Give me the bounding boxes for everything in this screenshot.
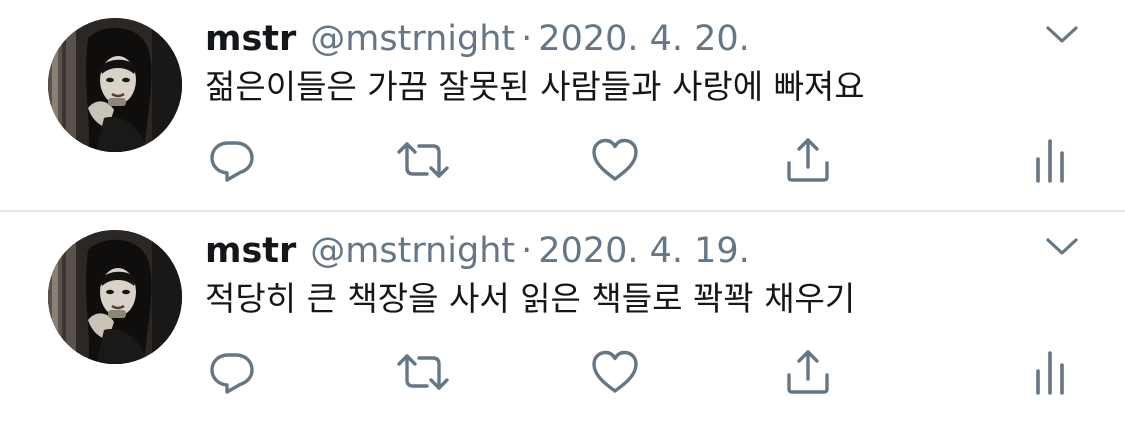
display-name[interactable]: mstr bbox=[205, 19, 296, 59]
tweet-text: 적당히 큰 책장을 사서 읽은 책들로 꽉꽉 채우기 bbox=[205, 279, 856, 318]
tweet-text: 젊은이들은 가끔 잘못된 사람들과 사랑에 빠져요 bbox=[205, 67, 865, 106]
analytics-icon bbox=[1036, 351, 1064, 395]
reply-icon bbox=[210, 141, 254, 182]
chevron-down-icon bbox=[1046, 238, 1078, 255]
tweet-date[interactable]: 2020. 4. 19. bbox=[538, 231, 750, 271]
tweet[interactable]: mstr @mstrnight · 2020. 4. 19. 적당히 큰 책장을 사서… bbox=[0, 212, 1125, 422]
analytics-icon bbox=[1036, 139, 1064, 183]
like-button[interactable] bbox=[587, 132, 643, 188]
heart-icon bbox=[592, 138, 638, 181]
reply-icon bbox=[210, 353, 254, 394]
share-icon bbox=[787, 350, 829, 394]
tweet[interactable]: mstr @mstrnight · 2020. 4. 20. 젊은이들은 가끔 잘못된… bbox=[0, 0, 1125, 210]
user-handle[interactable]: @mstrnight bbox=[310, 231, 515, 271]
reply-button[interactable] bbox=[204, 344, 260, 400]
tweet-date[interactable]: 2020. 4. 20. bbox=[538, 19, 750, 59]
retweet-icon bbox=[397, 142, 449, 178]
avatar[interactable] bbox=[48, 230, 182, 364]
retweet-button[interactable] bbox=[395, 344, 451, 400]
display-name[interactable]: mstr bbox=[205, 231, 296, 271]
share-button[interactable] bbox=[780, 132, 836, 188]
analytics-button[interactable] bbox=[1022, 132, 1078, 188]
avatar[interactable] bbox=[48, 18, 182, 152]
like-button[interactable] bbox=[587, 344, 643, 400]
analytics-button[interactable] bbox=[1022, 344, 1078, 400]
retweet-icon bbox=[397, 354, 449, 390]
user-handle[interactable]: @mstrnight bbox=[310, 19, 515, 59]
separator-dot: · bbox=[521, 231, 533, 271]
share-icon bbox=[787, 138, 829, 182]
heart-icon bbox=[592, 350, 638, 393]
more-options-button[interactable] bbox=[1040, 230, 1084, 264]
share-button[interactable] bbox=[780, 344, 836, 400]
separator-dot: · bbox=[521, 19, 533, 59]
more-options-button[interactable] bbox=[1040, 18, 1084, 52]
chevron-down-icon bbox=[1046, 26, 1078, 43]
retweet-button[interactable] bbox=[395, 132, 451, 188]
tweet-header: mstr @mstrnight · 2020. 4. 20. bbox=[205, 14, 750, 64]
reply-button[interactable] bbox=[204, 132, 260, 188]
tweet-header: mstr @mstrnight · 2020. 4. 19. bbox=[205, 226, 750, 276]
